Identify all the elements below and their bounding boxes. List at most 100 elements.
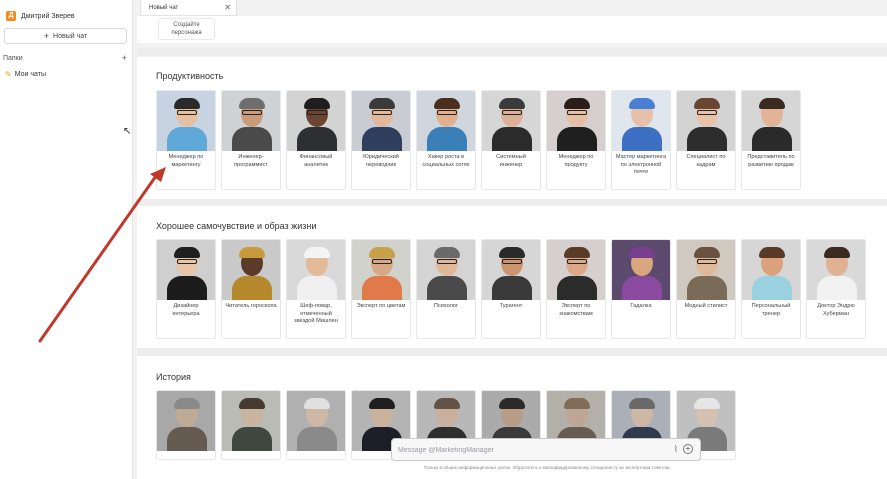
portrait-body	[232, 276, 272, 300]
character-card[interactable]: Хакер роста в социальных сетях	[416, 90, 476, 190]
character-name: Персональный тренер	[751, 303, 791, 317]
character-card[interactable]: Гадалка	[611, 239, 671, 339]
message-input[interactable]	[398, 443, 658, 457]
character-name: Читатель гороскопа	[225, 303, 277, 309]
section-title: Продуктивность	[156, 71, 224, 81]
portrait-body	[167, 127, 207, 151]
character-card[interactable]: Турагент	[481, 239, 541, 339]
character-portrait	[157, 240, 215, 300]
attach-icon[interactable]: ⌇	[674, 444, 678, 455]
character-card[interactable]: Эксперт по знакомствам	[546, 239, 606, 339]
portrait-body	[752, 127, 792, 151]
character-portrait	[352, 240, 410, 300]
character-portrait	[612, 240, 670, 300]
character-portrait	[547, 91, 605, 151]
sidebar: Д Дмитрий Зверев + Новый чат Папки + ✎ М…	[0, 0, 133, 479]
character-card[interactable]: Эксперт по цветам	[351, 239, 411, 339]
send-icon[interactable]: +	[683, 444, 693, 454]
card-row: Менеджер по маркетингу Инженер-программис…	[156, 90, 801, 190]
character-portrait	[677, 91, 735, 151]
portrait-body	[557, 127, 597, 151]
character-card[interactable]: Доктор Эндрю Хуберман	[806, 239, 866, 339]
portrait-glasses	[567, 259, 587, 264]
character-card[interactable]	[286, 390, 346, 460]
character-card[interactable]: Шеф-повар, отмеченный звездой Мишлен	[286, 239, 346, 339]
portrait-hair	[174, 247, 200, 258]
portrait-hair	[499, 247, 525, 258]
portrait-glasses	[502, 110, 522, 115]
new-chat-button[interactable]: + Новый чат	[4, 28, 127, 44]
portrait-glasses	[697, 259, 717, 264]
character-name: Гадалка	[630, 303, 652, 309]
portrait-hair	[759, 98, 785, 109]
folders-header: Папки +	[3, 53, 127, 63]
character-name: Финансовый аналитик	[299, 154, 333, 168]
portrait-body	[297, 127, 337, 151]
portrait-hair	[239, 398, 265, 409]
character-card[interactable]: Дизайнер интерьера	[156, 239, 216, 339]
portrait-hair	[239, 98, 265, 109]
avatar[interactable]: Д	[6, 11, 16, 21]
character-name: Психолог	[433, 303, 459, 309]
character-card[interactable]: Модный стилист	[676, 239, 736, 339]
character-card[interactable]: Мастер маркетинга по электронной почте	[611, 90, 671, 190]
portrait-body	[427, 276, 467, 300]
portrait-body	[167, 276, 207, 300]
portrait-body	[687, 276, 727, 300]
character-card[interactable]: Менеджер по продукту	[546, 90, 606, 190]
portrait-hair	[434, 247, 460, 258]
add-folder-icon[interactable]: +	[122, 53, 127, 63]
portrait-hair	[434, 98, 460, 109]
app-window: Д Дмитрий Зверев + Новый чат Папки + ✎ М…	[0, 0, 887, 479]
toolbar-strip	[137, 16, 887, 43]
character-card[interactable]: Инженер-программист	[221, 90, 281, 190]
portrait-body	[232, 427, 272, 451]
portrait-hair	[304, 98, 330, 109]
user-row[interactable]: Д Дмитрий Зверев	[6, 9, 75, 23]
character-card[interactable]: Читатель гороскопа	[221, 239, 281, 339]
portrait-hair	[369, 247, 395, 258]
character-card[interactable]: Менеджер по маркетингу	[156, 90, 216, 190]
portrait-body	[557, 276, 597, 300]
character-card[interactable]: Представитель по развитию продаж	[741, 90, 801, 190]
portrait-hair	[369, 398, 395, 409]
portrait-hair	[759, 247, 785, 258]
section-productivity: Продуктивность Менеджер по маркетингу Инж…	[137, 57, 887, 199]
character-card[interactable]	[221, 390, 281, 460]
folder-icon: ✎	[5, 70, 12, 79]
character-portrait	[287, 91, 345, 151]
character-name: Юридический переводчик	[363, 154, 399, 168]
character-name: Системный инженер	[496, 154, 526, 168]
portrait-hair	[564, 247, 590, 258]
user-name[interactable]: Дмитрий Зверев	[21, 13, 75, 20]
character-card[interactable]: Системный инженер	[481, 90, 541, 190]
character-card[interactable]: Финансовый аналитик	[286, 90, 346, 190]
portrait-hair	[694, 398, 720, 409]
portrait-glasses	[697, 110, 717, 115]
portrait-hair	[629, 398, 655, 409]
character-card[interactable]	[156, 390, 216, 460]
portrait-glasses	[372, 259, 392, 264]
portrait-glasses	[307, 110, 327, 115]
character-card[interactable]: Юридический переводчик	[351, 90, 411, 190]
message-bar: ⌇ +	[391, 438, 701, 461]
tab-bar: Новый чат ✕	[137, 0, 887, 16]
portrait-glasses	[242, 110, 262, 115]
portrait-body	[817, 276, 857, 300]
character-card[interactable]: Специалист по кадрам	[676, 90, 736, 190]
create-character-button[interactable]: Создайте персонажа	[158, 18, 215, 40]
portrait-hair	[304, 398, 330, 409]
portrait-hair	[564, 98, 590, 109]
plus-icon: +	[43, 31, 50, 41]
sidebar-item-my-chats[interactable]: ✎ Мои чаты	[5, 70, 46, 79]
portrait-glasses	[502, 259, 522, 264]
portrait-glasses	[567, 110, 587, 115]
portrait-hair	[629, 247, 655, 258]
close-icon[interactable]: ✕	[224, 3, 231, 12]
character-card[interactable]: Психолог	[416, 239, 476, 339]
character-portrait	[677, 240, 735, 300]
portrait-hair	[369, 98, 395, 109]
tab-new-chat[interactable]: Новый чат ✕	[140, 0, 237, 16]
character-name: Модный стилист	[684, 303, 728, 309]
character-card[interactable]: Персональный тренер	[741, 239, 801, 339]
